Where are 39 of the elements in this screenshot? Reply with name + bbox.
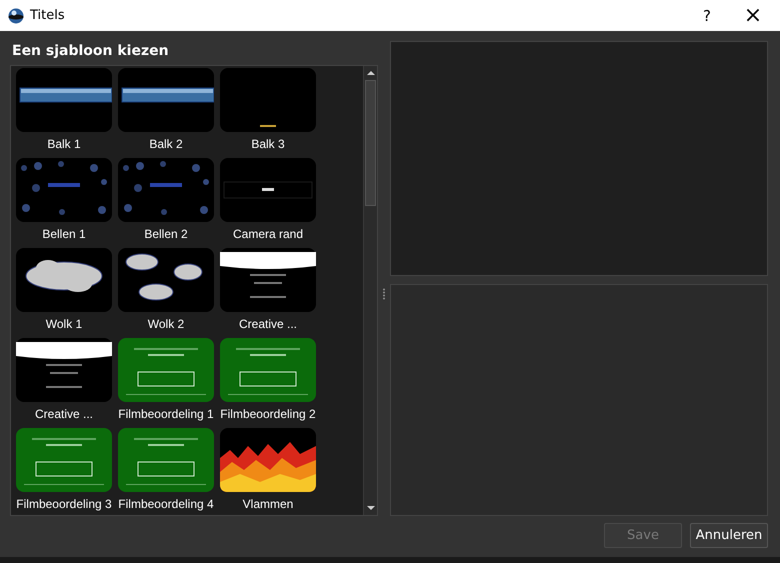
- template-item[interactable]: Balk 3: [217, 67, 319, 157]
- template-item[interactable]: Filmbeoordeling 4: [115, 427, 217, 515]
- template-label: Balk 1: [47, 137, 81, 151]
- template-item[interactable]: Filmbeoordeling 3: [13, 427, 115, 515]
- template-label: Balk 3: [251, 137, 285, 151]
- dialog-button[interactable]: Annuleren: [690, 523, 768, 548]
- template-item[interactable]: Vlammen: [217, 427, 319, 515]
- template-label: Bellen 1: [42, 227, 86, 241]
- template-item[interactable]: Balk 1: [13, 67, 115, 157]
- template-item[interactable]: Filmbeoordeling 1: [115, 337, 217, 427]
- template-label: Bellen 2: [144, 227, 188, 241]
- template-item[interactable]: Filmbeoordeling 2: [217, 337, 319, 427]
- template-label: Filmbeoordeling 3: [16, 497, 112, 511]
- template-label: Wolk 2: [148, 317, 184, 331]
- splitter-handle[interactable]: [383, 288, 385, 300]
- template-label: Creative ...: [238, 317, 298, 331]
- section-heading: Een sjabloon kiezen: [12, 43, 170, 59]
- scroll-thumb[interactable]: [365, 80, 376, 206]
- template-item[interactable]: Camera rand: [217, 157, 319, 247]
- template-item[interactable]: Wolk 1: [13, 247, 115, 337]
- template-label: Balk 2: [149, 137, 183, 151]
- scroll-up-icon[interactable]: [366, 68, 376, 78]
- template-item[interactable]: Wolk 2: [115, 247, 217, 337]
- template-item[interactable]: Balk 2: [115, 67, 217, 157]
- template-item[interactable]: Creative ...: [217, 247, 319, 337]
- template-label: Wolk 1: [46, 317, 82, 331]
- template-label: Camera rand: [232, 227, 304, 241]
- app-logo-icon: [8, 8, 24, 24]
- template-label: Creative ...: [34, 407, 94, 421]
- window-title: Titels: [30, 8, 65, 23]
- template-label: Filmbeoordeling 1: [118, 407, 214, 421]
- template-item[interactable]: Creative ...: [13, 337, 115, 427]
- scroll-down-icon[interactable]: [366, 503, 376, 513]
- template-item[interactable]: Bellen 1: [13, 157, 115, 247]
- template-label: Vlammen: [242, 497, 294, 511]
- scrollbar[interactable]: [363, 66, 377, 515]
- template-item[interactable]: Bellen 2: [115, 157, 217, 247]
- template-label: Filmbeoordeling 4: [118, 497, 214, 511]
- template-label: Filmbeoordeling 2: [220, 407, 316, 421]
